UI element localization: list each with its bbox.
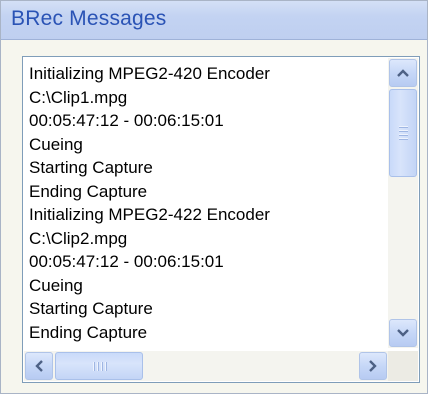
- list-item[interactable]: 00:05:47:12 - 00:06:15:01: [29, 250, 387, 274]
- scroll-up-button[interactable]: [389, 59, 417, 87]
- list-item[interactable]: Initializing MPEG2-422 Encoder: [29, 203, 387, 227]
- scroll-down-button[interactable]: [389, 319, 417, 347]
- scroll-left-button[interactable]: [25, 352, 53, 380]
- list-item[interactable]: Ending Capture: [29, 321, 387, 345]
- chevron-left-icon: [35, 360, 43, 372]
- scrollbar-corner: [388, 351, 418, 381]
- list-item[interactable]: Initializing MPEG2-420 Encoder: [29, 62, 387, 86]
- list-item[interactable]: C:\Clip2.mpg: [29, 227, 387, 251]
- chevron-right-icon: [369, 360, 377, 372]
- list-item[interactable]: Starting Capture: [29, 297, 387, 321]
- horizontal-scrollbar[interactable]: [24, 351, 388, 381]
- horizontal-scroll-thumb[interactable]: [55, 352, 143, 380]
- list-item[interactable]: Ending Capture: [29, 180, 387, 204]
- panel-title-bar: BRec Messages: [1, 1, 427, 40]
- thumb-grip: [93, 362, 95, 371]
- chevron-up-icon: [397, 69, 409, 77]
- vertical-scroll-thumb[interactable]: [389, 89, 417, 177]
- messages-listbox[interactable]: Initializing MPEG2-420 Encoder C:\Clip1.…: [22, 56, 420, 383]
- list-item[interactable]: 00:05:47:12 - 00:06:15:01: [29, 109, 387, 133]
- list-item[interactable]: Cueing: [29, 274, 387, 298]
- chevron-down-icon: [397, 329, 409, 337]
- thumb-grip: [97, 362, 99, 371]
- thumb-grip: [399, 130, 408, 132]
- vertical-scrollbar[interactable]: [388, 58, 418, 348]
- thumb-grip: [399, 134, 408, 136]
- list-item[interactable]: Starting Capture: [29, 156, 387, 180]
- thumb-grip: [101, 362, 103, 371]
- list-item[interactable]: Cueing: [29, 133, 387, 157]
- scroll-right-button[interactable]: [359, 352, 387, 380]
- list-item[interactable]: C:\Clip1.mpg: [29, 86, 387, 110]
- thumb-grip: [399, 126, 408, 128]
- brec-messages-panel: BRec Messages Initializing MPEG2-420 Enc…: [0, 0, 428, 394]
- panel-title: BRec Messages: [11, 7, 167, 30]
- thumb-grip: [105, 362, 107, 371]
- messages-list: Initializing MPEG2-420 Encoder C:\Clip1.…: [29, 62, 387, 347]
- thumb-grip: [399, 138, 408, 140]
